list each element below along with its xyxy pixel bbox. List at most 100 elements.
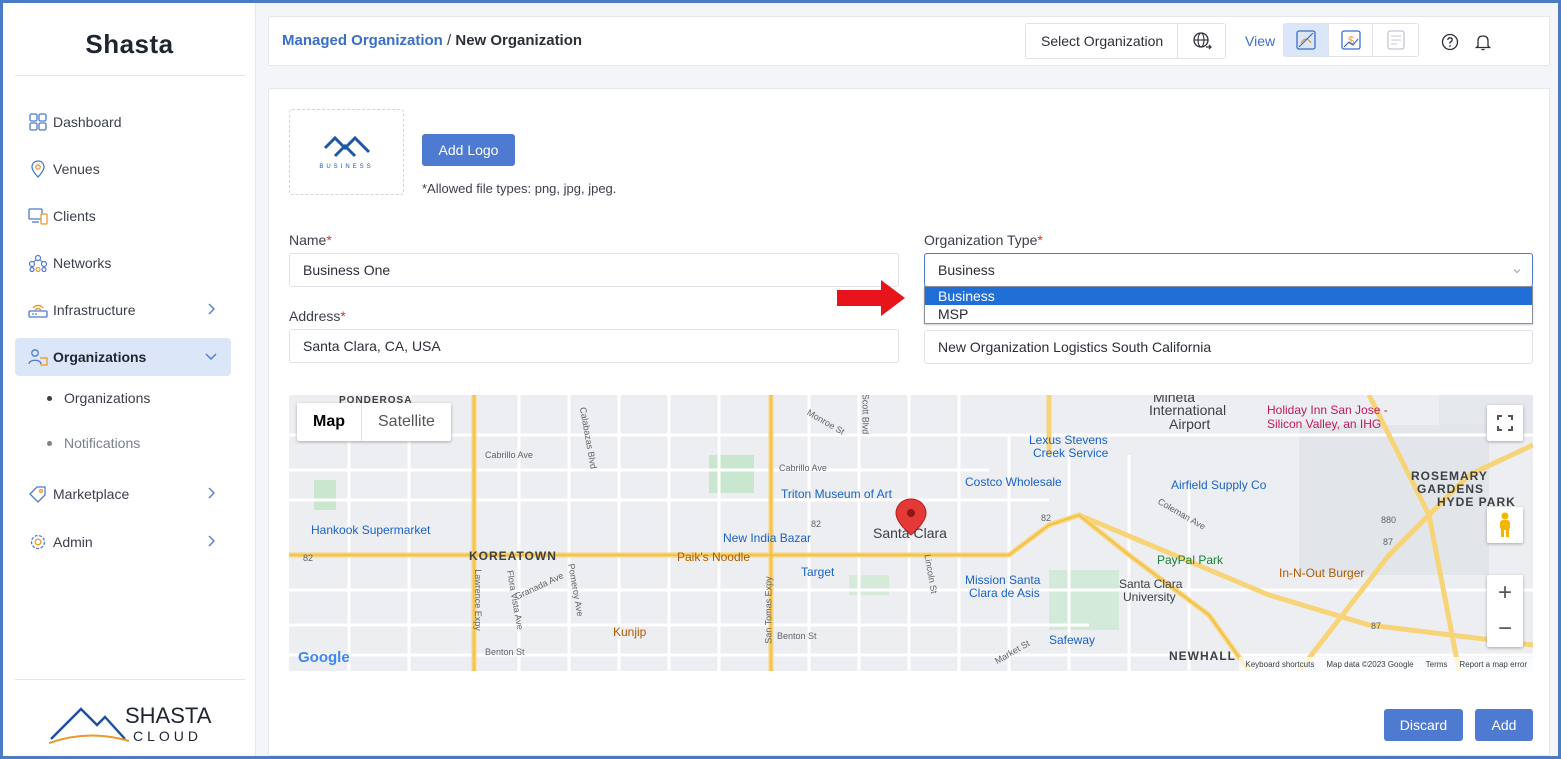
divider: [15, 679, 245, 680]
sidebar-item-label: Venues: [53, 161, 100, 177]
bullet: [47, 395, 52, 401]
organization-type-dropdown: Business MSP: [924, 286, 1533, 324]
option-business[interactable]: Business: [925, 287, 1532, 305]
business-logo-icon: [323, 135, 370, 158]
organization-type-label-text: Organization Type: [924, 232, 1038, 248]
address-field[interactable]: Santa Clara, CA, USA: [289, 329, 899, 363]
sidebar-item-venues[interactable]: Venues: [15, 150, 231, 188]
breadcrumb-link-managed-organization[interactable]: Managed Organization: [282, 32, 443, 49]
sidebar-item-infrastructure[interactable]: Infrastructure: [15, 291, 231, 329]
globe-switch-icon[interactable]: [1177, 24, 1225, 58]
network-icon: [27, 252, 49, 274]
map-label: PayPal Park: [1157, 553, 1224, 567]
view-network-button[interactable]: [1284, 24, 1329, 56]
map-label: Airport: [1169, 416, 1211, 432]
sidebar-item-marketplace[interactable]: Marketplace: [15, 475, 231, 513]
shasta-cloud-logo: SHASTA CLOUD: [48, 699, 219, 747]
map-label: Triton Museum of Art: [781, 487, 892, 501]
discard-button[interactable]: Discard: [1384, 709, 1463, 741]
route-shield: 87: [1383, 537, 1394, 547]
sidebar: Shasta Dashboard Venues Clients Networks…: [3, 3, 256, 756]
sidebar-item-admin[interactable]: Admin: [15, 523, 231, 561]
fullscreen-button[interactable]: [1487, 405, 1523, 441]
location-map[interactable]: Map Satellite Mineta International Airpo…: [289, 395, 1533, 671]
new-organization-form: BUSINESS Add Logo *Allowed file types: p…: [268, 88, 1550, 756]
map-street-label: San Tomas Expy: [763, 576, 774, 644]
map-type-control: Map Satellite: [297, 403, 451, 441]
sidebar-item-label: Organizations: [53, 349, 147, 365]
street-view-pegman-button[interactable]: [1487, 507, 1523, 543]
map-label: Target: [801, 565, 835, 579]
sidebar-item-label: Admin: [53, 534, 93, 550]
map-label: Hankook Supermarket: [311, 523, 431, 537]
sidebar-subitem-organizations[interactable]: Organizations: [47, 390, 150, 406]
organization-type-select[interactable]: Business: [924, 253, 1533, 287]
route-shield: 82: [811, 519, 822, 529]
map-type-satellite-button[interactable]: Satellite: [361, 403, 451, 441]
view-billing-button[interactable]: $: [1329, 24, 1374, 56]
sidebar-item-dashboard[interactable]: Dashboard: [15, 103, 231, 141]
keyboard-shortcuts-link[interactable]: Keyboard shortcuts: [1239, 660, 1320, 669]
bullet: [47, 440, 52, 446]
tag-icon: [27, 483, 49, 505]
router-icon: [27, 299, 49, 321]
select-organization-label: Select Organization: [1041, 33, 1164, 49]
map-street-label: Cabrillo Ave: [485, 450, 533, 460]
brand-title: Shasta: [85, 29, 174, 59]
map-street-label: Benton St: [485, 647, 525, 657]
terms-link[interactable]: Terms: [1420, 660, 1454, 669]
map-label: Costco Wholesale: [965, 475, 1062, 489]
map-label: Holiday Inn San Jose -: [1267, 403, 1388, 417]
route-shield: 82: [303, 553, 314, 563]
organization-type-label: Organization Type*: [924, 232, 1043, 248]
route-shield: 87: [1371, 621, 1382, 631]
map-label: Lexus Stevens: [1029, 433, 1108, 447]
report-map-error-link[interactable]: Report a map error: [1453, 660, 1533, 669]
red-arrow-annotation: [837, 280, 905, 316]
devices-icon: [27, 205, 49, 227]
map-label: Paik's Noodle: [677, 550, 750, 564]
required-marker: *: [1037, 232, 1043, 248]
sidebar-subitem-notifications[interactable]: Notifications: [47, 435, 140, 451]
bell-icon[interactable]: [1473, 32, 1493, 52]
route-shield: 82: [1041, 513, 1052, 523]
zoom-out-button[interactable]: −: [1487, 611, 1523, 647]
map-label: In-N-Out Burger: [1279, 566, 1365, 580]
chevron-down-icon: [205, 353, 217, 360]
add-logo-button[interactable]: Add Logo: [422, 134, 515, 166]
help-icon[interactable]: [1440, 32, 1460, 52]
description-field[interactable]: New Organization Logistics South Califor…: [924, 330, 1533, 364]
map-label: PONDEROSA: [339, 395, 413, 406]
sidebar-item-organizations[interactable]: Organizations: [15, 338, 231, 376]
breadcrumb-current: New Organization: [455, 32, 583, 49]
map-label: Mission Santa: [965, 573, 1041, 587]
map-label: KOREATOWN: [469, 549, 557, 563]
select-organization-button[interactable]: Select Organization: [1025, 23, 1226, 59]
divider: [15, 75, 245, 76]
option-msp[interactable]: MSP: [925, 305, 1532, 323]
view-reports-button[interactable]: [1373, 24, 1418, 56]
add-button[interactable]: Add: [1475, 709, 1533, 741]
dashboard-icon: [27, 111, 49, 133]
name-field[interactable]: Business One: [289, 253, 899, 287]
sidebar-item-clients[interactable]: Clients: [15, 197, 231, 235]
map-type-map-button[interactable]: Map: [297, 403, 361, 441]
map-attribution: Keyboard shortcuts Map data ©2023 Google…: [1239, 657, 1533, 671]
map-street-label: Cabrillo Ave: [779, 463, 827, 473]
map-label: Creek Service: [1033, 446, 1109, 460]
name-label-text: Name: [289, 232, 327, 248]
breadcrumb: Managed Organization / New Organization: [282, 32, 582, 49]
required-marker: *: [326, 232, 332, 248]
zoom-in-button[interactable]: +: [1487, 575, 1523, 611]
network-view-icon: [1296, 30, 1316, 50]
map-label: New India Bazar: [723, 531, 812, 545]
map-label: Silicon Valley, an IHG: [1267, 417, 1382, 431]
map-label: Airfield Supply Co: [1171, 478, 1267, 492]
map-label: GARDENS: [1417, 482, 1485, 496]
address-label: Address*: [289, 308, 346, 324]
address-label-text: Address: [289, 308, 341, 324]
map-label: Santa Clara: [1119, 577, 1183, 591]
sidebar-item-networks[interactable]: Networks: [15, 244, 231, 282]
sidebar-item-label: Clients: [53, 208, 96, 224]
billing-view-icon: $: [1340, 30, 1361, 50]
